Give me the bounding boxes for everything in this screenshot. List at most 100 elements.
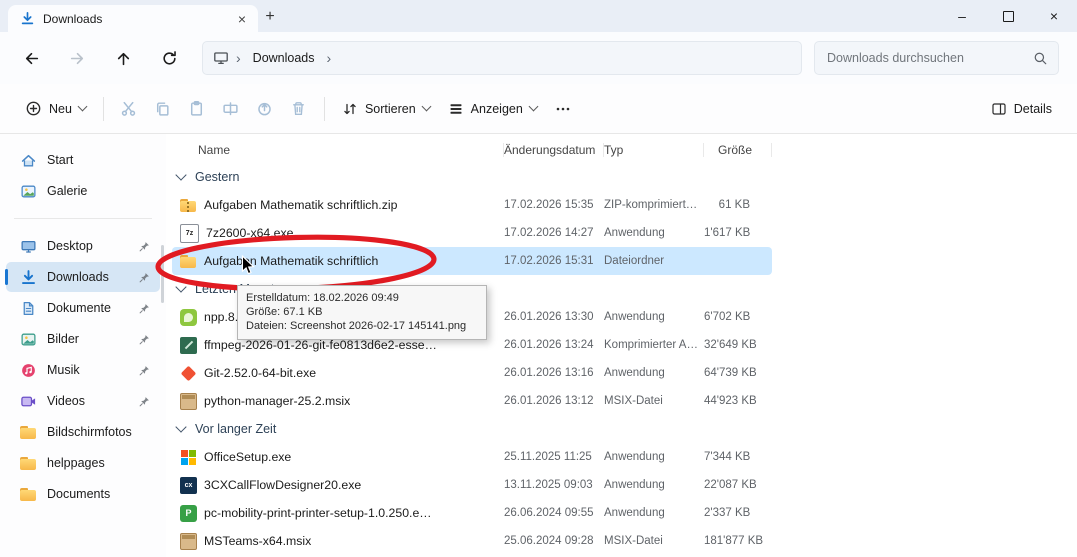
forward-button[interactable] xyxy=(60,41,94,75)
sidebar-item-bildschirmfotos[interactable]: Bildschirmfotos xyxy=(6,417,160,447)
sidebar-item-label: Galerie xyxy=(47,184,88,198)
sidebar-scrollbar[interactable] xyxy=(161,245,164,303)
papercut-print-icon: P xyxy=(180,504,197,522)
file-row[interactable]: 7z 7z2600-x64.exe 17.02.2026 14:27 Anwen… xyxy=(172,219,772,247)
file-name: Aufgaben Mathematik schriftlich xyxy=(204,254,379,268)
column-header-type[interactable]: Typ xyxy=(604,137,704,163)
file-name-cell: Git-2.52.0-64-bit.exe xyxy=(172,365,504,382)
folder-icon xyxy=(19,423,37,441)
file-size: 64'739 KB xyxy=(704,367,757,379)
folder-icon xyxy=(180,253,197,270)
copy-button[interactable] xyxy=(146,92,180,126)
group-header-vor-langer-zeit[interactable]: Vor langer Zeit xyxy=(172,415,1077,443)
file-size: 61 KB xyxy=(718,199,750,211)
sidebar-item-bilder[interactable]: Bilder xyxy=(6,324,160,354)
gallery-icon xyxy=(19,182,37,200)
documents-icon xyxy=(19,299,37,317)
sidebar-item-label: Bildschirmfotos xyxy=(47,425,132,439)
tooltip-line: Erstelldatum: 18.02.2026 09:49 xyxy=(246,292,399,304)
cut-button[interactable] xyxy=(112,92,146,126)
file-size: 7'344 KB xyxy=(704,451,751,463)
toolbar-divider xyxy=(323,96,325,121)
paste-button[interactable] xyxy=(180,92,214,126)
column-header-date[interactable]: Änderungsdatum xyxy=(504,137,604,163)
column-header-size[interactable]: Größe xyxy=(704,137,772,163)
new-button[interactable]: Neu xyxy=(16,93,95,124)
column-header-name[interactable]: Name xyxy=(172,137,504,163)
view-button-label: Anzeigen xyxy=(470,101,523,116)
file-type: Dateiordner xyxy=(604,255,665,267)
back-button[interactable] xyxy=(14,41,48,75)
tab-close-button[interactable]: × xyxy=(232,9,252,29)
close-button[interactable]: × xyxy=(1031,0,1077,32)
chevron-down-icon xyxy=(421,101,432,112)
file-name-cell: Aufgaben Mathematik schriftlich xyxy=(172,253,504,270)
delete-button[interactable] xyxy=(282,92,316,126)
file-row[interactable]: OfficeSetup.exe 25.11.2025 11:25 Anwendu… xyxy=(172,443,772,471)
view-button[interactable]: Anzeigen xyxy=(439,94,546,124)
sidebar-item-dokumente[interactable]: Dokumente xyxy=(6,293,160,323)
details-button[interactable]: Details xyxy=(982,94,1061,124)
file-name-cell: OfficeSetup.exe xyxy=(172,449,504,466)
up-button[interactable] xyxy=(106,41,140,75)
rename-button[interactable] xyxy=(214,92,248,126)
7zip-exe-icon: 7z xyxy=(180,223,199,243)
address-bar[interactable]: › Downloads › xyxy=(202,41,802,75)
file-type: Anwendung xyxy=(604,507,665,519)
file-list-pane: Name Änderungsdatum Typ Größe Gestern Au… xyxy=(166,134,1077,557)
minimize-button[interactable]: – xyxy=(939,0,985,32)
sidebar-item-downloads[interactable]: Downloads xyxy=(5,262,160,292)
folder-icon xyxy=(19,454,37,472)
file-name: 7z2600-x64.exe xyxy=(206,226,294,240)
sidebar-item-start[interactable]: Start xyxy=(6,145,160,175)
file-row[interactable]: P pc-mobility-print-printer-setup-1.0.25… xyxy=(172,499,772,527)
refresh-button[interactable] xyxy=(152,41,186,75)
explorer-tab[interactable]: Downloads × xyxy=(8,5,258,32)
file-row[interactable]: MSTeams-x64.msix 25.06.2024 09:28 MSIX-D… xyxy=(172,527,772,555)
file-name: python-manager-25.2.msix xyxy=(204,394,351,408)
sidebar-item-desktop[interactable]: Desktop xyxy=(6,231,160,261)
file-row[interactable]: Aufgaben Mathematik schriftlich.zip 17.0… xyxy=(172,191,772,219)
file-name: 3CXCallFlowDesigner20.exe xyxy=(204,478,362,492)
new-tab-button[interactable]: + xyxy=(258,6,282,28)
share-button[interactable] xyxy=(248,92,282,126)
sidebar-item-videos[interactable]: Videos xyxy=(6,386,160,416)
sort-button-label: Sortieren xyxy=(364,101,416,116)
maximize-button[interactable] xyxy=(985,0,1031,32)
sidebar-item-musik[interactable]: Musik xyxy=(6,355,160,385)
more-button[interactable] xyxy=(546,92,580,126)
file-size: 181'877 KB xyxy=(704,535,764,547)
desktop-icon xyxy=(19,237,37,255)
file-row-selected[interactable]: Aufgaben Mathematik schriftlich 17.02.20… xyxy=(172,247,772,275)
search-box[interactable] xyxy=(814,41,1059,75)
search-icon xyxy=(1033,51,1048,66)
sidebar-item-label: Dokumente xyxy=(47,301,111,315)
notepad-plus-plus-icon xyxy=(180,308,197,326)
file-type: Komprimierter Ar… xyxy=(604,339,702,351)
file-date: 25.06.2024 09:28 xyxy=(504,535,594,547)
file-type: ZIP-komprimierte… xyxy=(604,199,704,211)
sidebar-item-helppages[interactable]: helppages xyxy=(6,448,160,478)
file-date: 17.02.2026 15:31 xyxy=(504,255,594,267)
sort-button[interactable]: Sortieren xyxy=(333,94,439,124)
file-type: Anwendung xyxy=(604,227,665,239)
sidebar-item-galerie[interactable]: Galerie xyxy=(6,176,160,206)
column-headers: Name Änderungsdatum Typ Größe xyxy=(172,137,772,163)
search-input[interactable] xyxy=(825,50,1033,66)
group-label: Gestern xyxy=(195,170,240,184)
file-row[interactable]: cx 3CXCallFlowDesigner20.exe 13.11.2025 … xyxy=(172,471,772,499)
file-name-cell: 7z 7z2600-x64.exe xyxy=(172,223,504,243)
toolbar-divider xyxy=(102,96,104,121)
file-type: Anwendung xyxy=(604,311,665,323)
file-row[interactable]: python-manager-25.2.msix 26.01.2026 13:1… xyxy=(172,387,772,415)
3cx-designer-icon: cx xyxy=(180,476,197,494)
pin-icon xyxy=(139,365,150,376)
file-type: MSIX-Datei xyxy=(604,395,663,407)
office-setup-icon xyxy=(180,449,197,466)
file-row[interactable]: Git-2.52.0-64-bit.exe 26.01.2026 13:16 A… xyxy=(172,359,772,387)
sidebar-item-documents[interactable]: Documents xyxy=(6,479,160,509)
breadcrumb-item-downloads[interactable]: Downloads xyxy=(248,48,320,68)
sidebar-item-label: Downloads xyxy=(47,270,109,284)
file-date: 26.01.2026 13:30 xyxy=(504,311,594,323)
group-header-gestern[interactable]: Gestern xyxy=(172,163,1077,191)
